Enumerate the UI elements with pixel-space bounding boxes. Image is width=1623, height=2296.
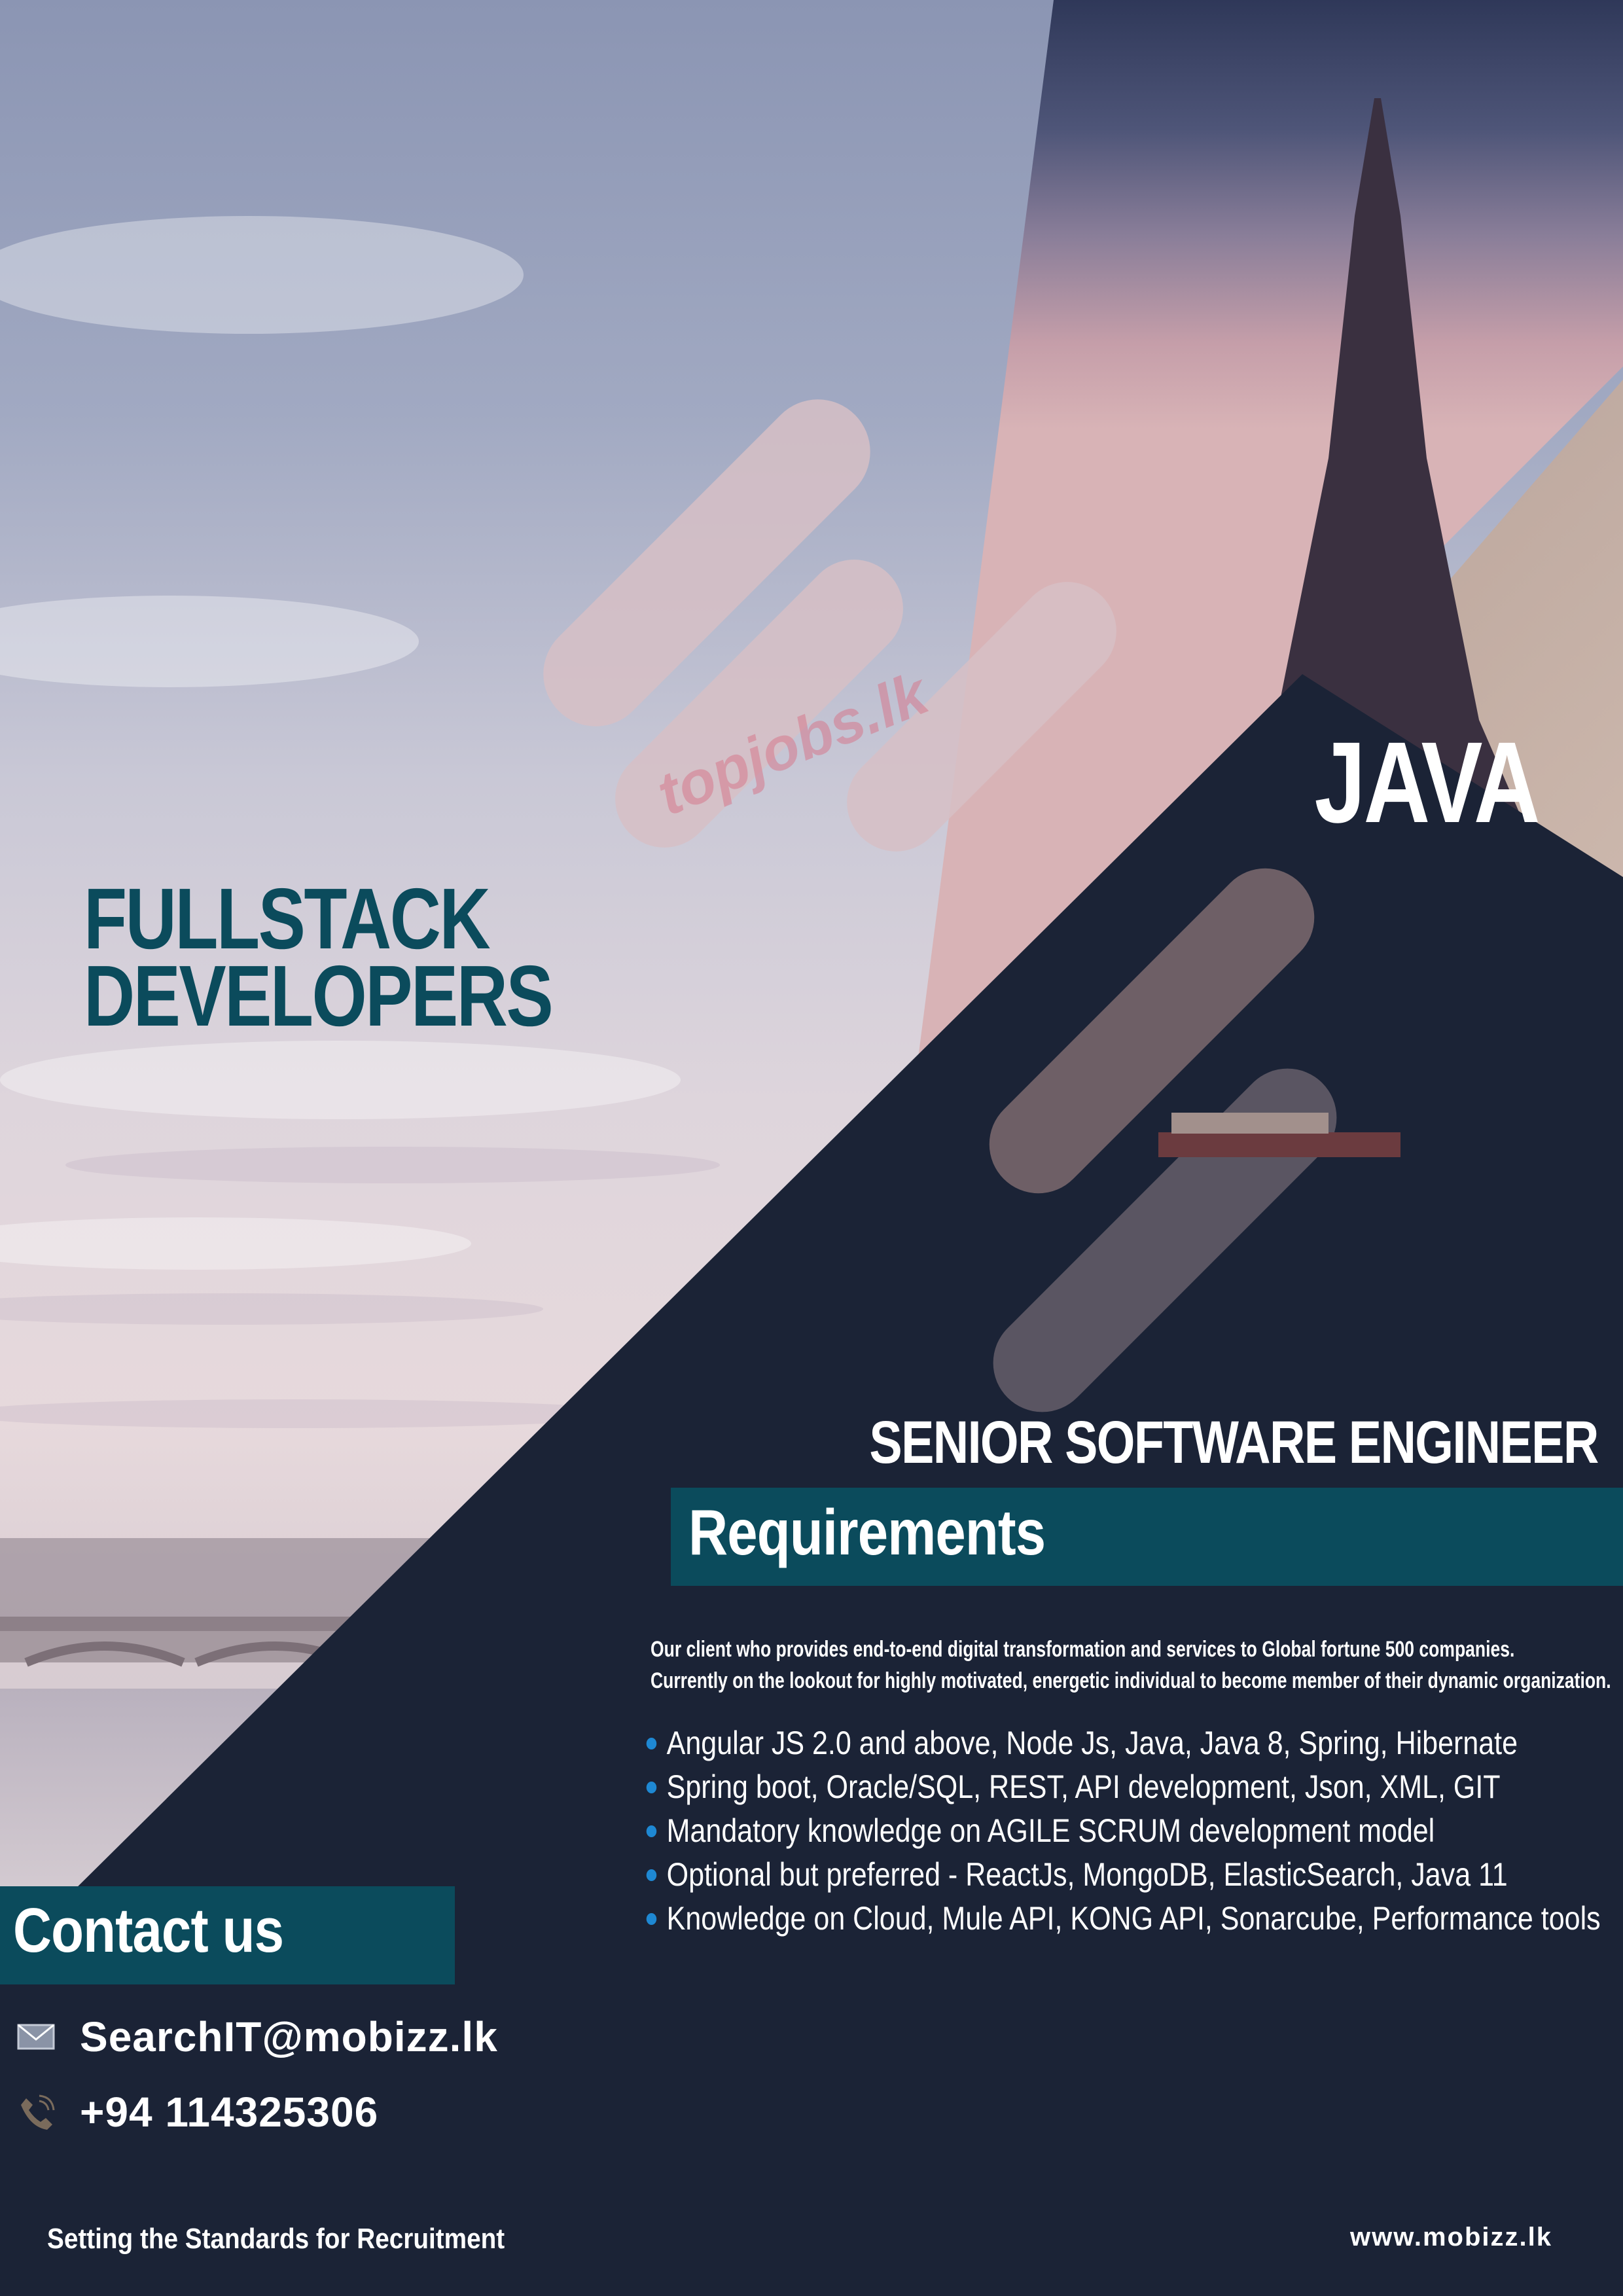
- requirement-text: Knowledge on Cloud, Mule API, KONG API, …: [666, 1900, 1601, 1937]
- phone-icon: [21, 2094, 55, 2130]
- requirement-text: Spring boot, Oracle/SQL, REST, API devel…: [666, 1768, 1501, 1805]
- envelope-icon: [17, 2024, 55, 2050]
- bullet-icon: [646, 1869, 657, 1881]
- requirement-text: Optional but preferred - ReactJs, MongoD…: [666, 1856, 1508, 1893]
- requirement-item: Mandatory knowledge on AGILE SCRUM devel…: [645, 1809, 1601, 1853]
- footer-tagline: Setting the Standards for Recruitment: [47, 2223, 505, 2255]
- footer-website-link[interactable]: www.mobizz.lk: [1350, 2223, 1552, 2252]
- requirement-item: Knowledge on Cloud, Mule API, KONG API, …: [645, 1897, 1601, 1941]
- bullet-icon: [646, 1782, 657, 1793]
- requirements-heading: Requirements: [688, 1496, 1046, 1568]
- requirement-text: Angular JS 2.0 and above, Node Js, Java,…: [666, 1725, 1518, 1761]
- contact-email[interactable]: SearchIT@mobizz.lk: [80, 2013, 498, 2061]
- bullet-icon: [646, 1738, 657, 1749]
- tech-label: JAVA: [1314, 719, 1540, 847]
- bullet-icon: [646, 1825, 657, 1837]
- intro-line-2: Currently on the lookout for highly moti…: [651, 1668, 1611, 1693]
- contact-heading: Contact us: [13, 1895, 284, 1965]
- job-title: SENIOR SOFTWARE ENGINEER: [869, 1409, 1599, 1476]
- requirements-intro: Our client who provides end-to-end digit…: [651, 1634, 1611, 1696]
- headline: FULLSTACK DEVELOPERS: [84, 870, 554, 1044]
- requirement-item: Angular JS 2.0 and above, Node Js, Java,…: [645, 1721, 1601, 1765]
- headline-line-2: DEVELOPERS: [84, 948, 554, 1044]
- headline-line-1: FULLSTACK: [84, 870, 491, 967]
- requirements-list: Angular JS 2.0 and above, Node Js, Java,…: [645, 1721, 1623, 1941]
- intro-line-1: Our client who provides end-to-end digit…: [651, 1637, 1515, 1662]
- bullet-icon: [646, 1913, 657, 1925]
- requirement-item: Optional but preferred - ReactJs, MongoD…: [645, 1853, 1601, 1897]
- requirement-text: Mandatory knowledge on AGILE SCRUM devel…: [666, 1812, 1435, 1849]
- requirement-item: Spring boot, Oracle/SQL, REST, API devel…: [645, 1765, 1601, 1809]
- contact-phone[interactable]: +94 114325306: [80, 2088, 378, 2136]
